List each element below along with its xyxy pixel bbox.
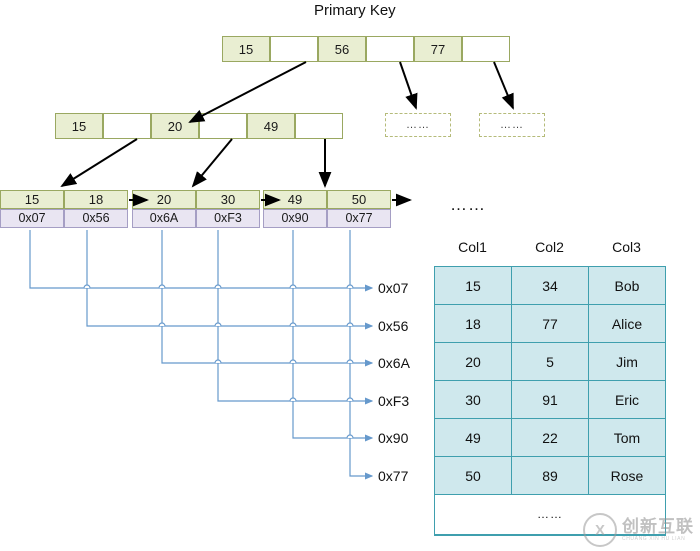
diagram-canvas: Primary Key 15 56 77 15 20 49 …… …… 15 18 0x… xyxy=(0,0,700,551)
pointer-label-0x90: 0x90 xyxy=(378,430,409,446)
pointer-label-0x6A: 0x6A xyxy=(378,355,410,371)
watermark-text: 创新互联 CHUANG XIN HU LIAN xyxy=(622,518,694,542)
edge-root-to-placeholder-2 xyxy=(493,61,514,110)
pointer-label-0x07: 0x07 xyxy=(378,280,409,296)
edge-internal-to-leaf-1 xyxy=(60,138,138,188)
edge-internal-to-leaf-2 xyxy=(191,138,233,188)
pointer-label-0xF3: 0xF3 xyxy=(378,393,410,409)
edge-root-to-placeholder-1 xyxy=(399,61,418,110)
watermark: X 创新互联 CHUANG XIN HU LIAN xyxy=(583,513,694,547)
edge-root-to-internal xyxy=(188,61,307,123)
watermark-logo-icon: X xyxy=(583,513,617,547)
pointer-label-0x77: 0x77 xyxy=(378,468,409,484)
watermark-chinese: 创新互联 xyxy=(622,517,694,536)
pointer-label-0x56: 0x56 xyxy=(378,318,409,334)
watermark-pinyin: CHUANG XIN HU LIAN xyxy=(622,536,686,542)
tree-edge-layer xyxy=(60,61,514,207)
